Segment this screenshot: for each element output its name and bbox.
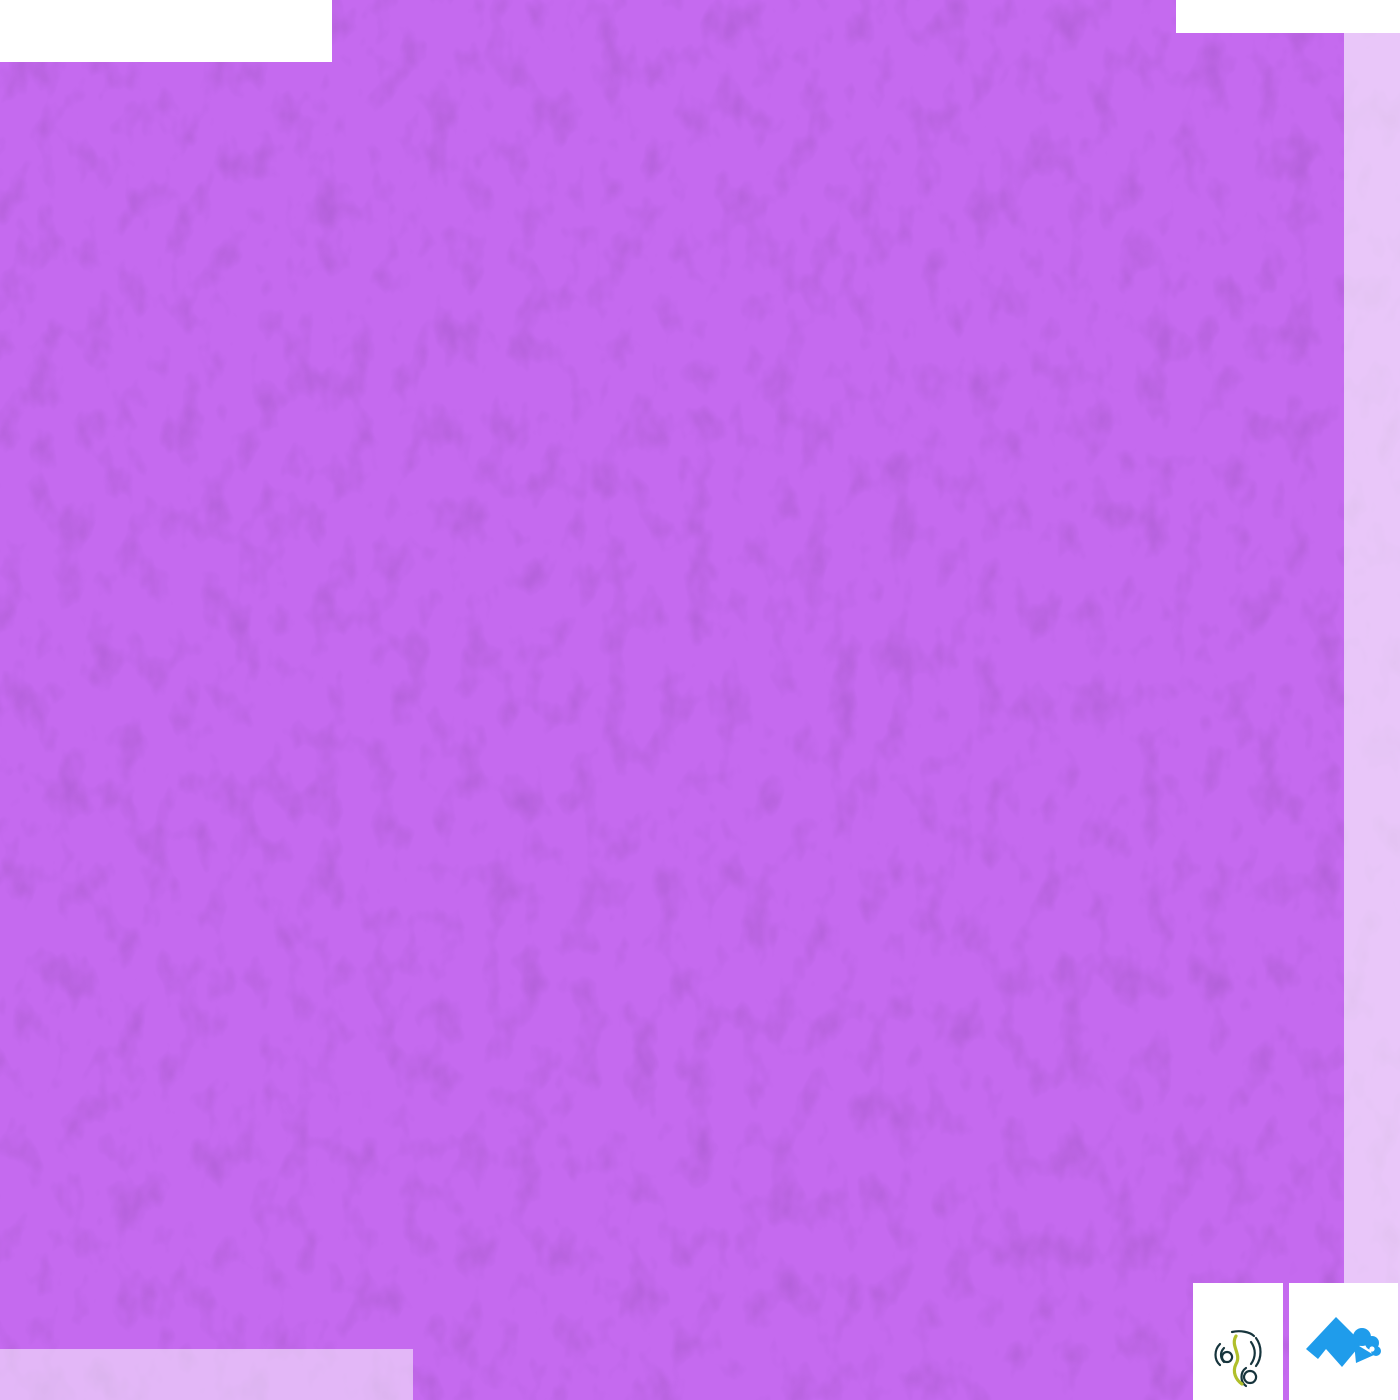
scale-bar [0, 1349, 413, 1400]
avalanche-service-logo-box [1289, 1283, 1398, 1400]
weather-map-screenshot [0, 0, 1400, 1400]
scale-bar-ruler [0, 1349, 413, 1400]
model-label-box [1176, 0, 1400, 33]
map-title [7, 3, 324, 30]
geosphere-contour-icon [1214, 1330, 1262, 1388]
geosphere-logo-box [1193, 1283, 1283, 1400]
map-title-box [0, 0, 332, 62]
avalanche-mountain-icon [1305, 1316, 1381, 1367]
terrain-shading [0, 0, 1400, 1400]
map-canvas [0, 0, 1400, 1400]
legend-panel-backdrop [1344, 0, 1400, 1400]
